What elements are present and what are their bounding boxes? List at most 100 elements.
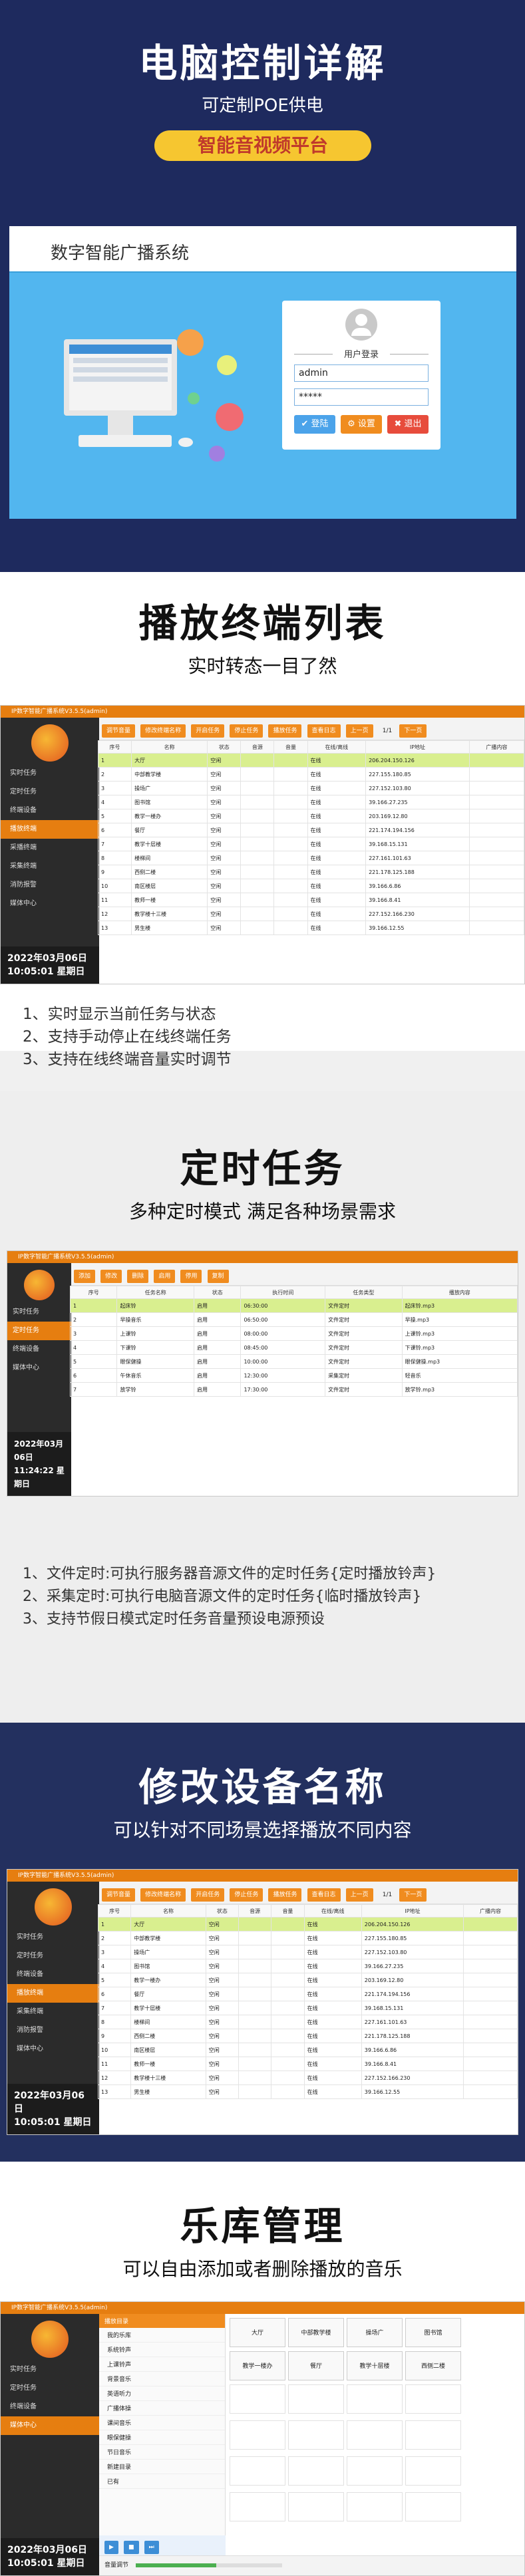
column-header[interactable]: 在线/离线 — [307, 740, 367, 754]
column-header[interactable]: 广播内容 — [463, 1904, 518, 1918]
column-header[interactable]: 状态 — [193, 1286, 242, 1299]
sidebar-item-devices[interactable]: 终端设备 — [7, 1965, 99, 1984]
terminal-tile[interactable]: 教学一楼办 — [230, 2351, 285, 2380]
library-tree-item[interactable]: 广播体操 — [99, 2401, 225, 2416]
column-header[interactable]: 名称 — [131, 740, 208, 754]
table-row[interactable]: 5 眼保健操 启用 10:00:00 文件定时 眼保健操.mp3 — [69, 1354, 518, 1369]
table-row[interactable]: 3 操场广 空闲 在线 227.152.103.80 — [97, 781, 524, 795]
sidebar-item-schedule[interactable]: 定时任务 — [7, 1322, 71, 1340]
sidebar-item-devices[interactable]: 终端设备 — [1, 801, 99, 820]
terminal-tile[interactable]: 中部教学楼 — [288, 2318, 344, 2347]
sidebar-item-schedule[interactable]: 定时任务 — [1, 2379, 99, 2398]
sidebar-item-play-terminal[interactable]: 播放终端 — [7, 1984, 99, 2003]
log-button[interactable]: 查看日志 — [307, 724, 341, 738]
library-tree-item[interactable]: 已有 — [99, 2474, 225, 2489]
terminal-tile[interactable]: 图书馆 — [405, 2318, 461, 2347]
table-row[interactable]: 11 教师一楼 空闲 在线 39.166.8.41 — [97, 893, 524, 907]
sidebar-item-media[interactable]: 媒体中心 — [7, 2040, 99, 2059]
terminal-tile[interactable]: 西侧二楼 — [405, 2351, 461, 2380]
edit-task-button[interactable]: 修改 — [100, 1270, 122, 1283]
terminal-tile[interactable]: 操场广 — [347, 2318, 403, 2347]
table-row[interactable]: 1 大厅 空闲 在线 206.204.150.126 — [97, 753, 524, 768]
column-header[interactable]: 音源 — [240, 740, 275, 754]
next-icon[interactable]: ⏭ — [144, 2541, 159, 2554]
column-header[interactable]: 序号 — [69, 1286, 118, 1299]
column-header[interactable]: 音量 — [273, 740, 308, 754]
sidebar-item-realtime[interactable]: 实时任务 — [7, 1303, 71, 1322]
table-row[interactable]: 1 大厅 空闲 在线 206.204.150.126 — [97, 1917, 518, 1932]
sidebar-item-fire-alarm[interactable]: 消防报警 — [1, 876, 99, 895]
start-task-button[interactable]: 开启任务 — [191, 724, 225, 738]
sidebar-item-devices[interactable]: 终端设备 — [1, 2398, 99, 2416]
column-header[interactable]: 音量 — [271, 1904, 305, 1918]
terminal-tile[interactable]: 教学十层楼 — [347, 2351, 403, 2380]
library-tree-item[interactable]: 节日音乐 — [99, 2445, 225, 2460]
copy-task-button[interactable]: 复制 — [207, 1270, 229, 1283]
password-field[interactable]: ***** — [294, 388, 429, 406]
table-row[interactable]: 12 教学楼十三楼 空闲 在线 227.152.166.230 — [97, 2071, 518, 2085]
table-row[interactable]: 4 图书馆 空闲 在线 39.166.27.235 — [97, 1959, 518, 1973]
volume-slider[interactable] — [135, 2563, 282, 2567]
table-row[interactable]: 4 下课铃 启用 08:45:00 文件定时 下课铃.mp3 — [69, 1340, 518, 1355]
play-icon[interactable]: ▶ — [104, 2541, 118, 2554]
prev-page-button[interactable]: 上一页 — [345, 724, 373, 738]
rename-button[interactable]: 修改终端名称 — [140, 724, 186, 738]
table-row[interactable]: 11 教师一楼 空闲 在线 39.166.8.41 — [97, 2057, 518, 2071]
sidebar-item-fire-alarm[interactable]: 消防报警 — [7, 2021, 99, 2040]
library-tree-item[interactable]: 上课铃声 — [99, 2357, 225, 2372]
settings-button[interactable]: ⚙ 设置 — [341, 415, 382, 434]
library-tree-item[interactable]: 课间音乐 — [99, 2416, 225, 2430]
enable-task-button[interactable]: 启用 — [154, 1270, 176, 1283]
table-row[interactable]: 8 楼梯间 空闲 在线 227.161.101.63 — [97, 2015, 518, 2029]
play-task-button[interactable]: 播放任务 — [268, 1888, 302, 1902]
volume-button[interactable]: 调节音量 — [102, 724, 136, 738]
table-row[interactable]: 3 操场广 空闲 在线 227.152.103.80 — [97, 1945, 518, 1959]
exit-button[interactable]: ✖ 退出 — [387, 415, 429, 434]
table-row[interactable]: 7 教学十层楼 空闲 在线 39.168.15.131 — [97, 837, 524, 851]
table-row[interactable]: 2 早操音乐 启用 06:50:00 文件定时 早操.mp3 — [69, 1312, 518, 1327]
delete-task-button[interactable]: 删除 — [127, 1270, 149, 1283]
column-header[interactable]: 任务名称 — [116, 1286, 194, 1299]
stop-task-button[interactable]: 停止任务 — [230, 724, 263, 738]
table-row[interactable]: 13 男生楼 空闲 在线 39.166.12.55 — [97, 921, 524, 935]
next-page-button[interactable]: 下一页 — [399, 1888, 427, 1902]
table-row[interactable]: 5 教学一楼办 空闲 在线 203.169.12.80 — [97, 809, 524, 823]
terminal-tile[interactable]: 餐厅 — [288, 2351, 344, 2380]
table-row[interactable]: 3 上课铃 启用 08:00:00 文件定时 上课铃.mp3 — [69, 1326, 518, 1341]
terminal-tile[interactable]: 大厅 — [230, 2318, 285, 2347]
sidebar-item-capture-terminal[interactable]: 采集终端 — [1, 857, 99, 876]
table-row[interactable]: 13 男生楼 空闲 在线 39.166.12.55 — [97, 2084, 518, 2099]
sidebar-item-play-terminal[interactable]: 播放终端 — [1, 820, 99, 839]
column-header[interactable]: 任务类型 — [325, 1286, 403, 1299]
table-row[interactable]: 6 餐厅 空闲 在线 221.174.194.156 — [97, 823, 524, 837]
sidebar-item-media[interactable]: 媒体中心 — [1, 2416, 99, 2435]
table-row[interactable]: 12 教学楼十三楼 空闲 在线 227.152.166.230 — [97, 907, 524, 921]
next-page-button[interactable]: 下一页 — [399, 724, 427, 738]
column-header[interactable]: IP地址 — [365, 740, 470, 754]
sidebar-item-capture-play[interactable]: 采播终端 — [1, 839, 99, 857]
sidebar-item-media[interactable]: 媒体中心 — [7, 1359, 71, 1377]
username-field[interactable]: admin — [294, 364, 429, 382]
sidebar-item-devices[interactable]: 终端设备 — [7, 1340, 71, 1359]
sidebar-item-realtime[interactable]: 实时任务 — [7, 1928, 99, 1947]
sidebar-item-schedule[interactable]: 定时任务 — [1, 783, 99, 801]
start-task-button[interactable]: 开启任务 — [191, 1888, 225, 1902]
table-row[interactable]: 4 图书馆 空闲 在线 39.166.27.235 — [97, 795, 524, 809]
prev-page-button[interactable]: 上一页 — [345, 1888, 373, 1902]
volume-button[interactable]: 调节音量 — [102, 1888, 136, 1902]
column-header[interactable]: 序号 — [97, 740, 132, 754]
table-row[interactable]: 9 西侧二楼 空闲 在线 221.178.125.188 — [97, 865, 524, 879]
table-row[interactable]: 2 中部教学楼 空闲 在线 227.155.180.85 — [97, 767, 524, 782]
table-row[interactable]: 10 南区楼层 空闲 在线 39.166.6.86 — [97, 879, 524, 893]
column-header[interactable]: 状态 — [207, 740, 242, 754]
sidebar-item-realtime[interactable]: 实时任务 — [1, 2361, 99, 2379]
library-tree-item[interactable]: 英语听力 — [99, 2386, 225, 2401]
add-task-button[interactable]: 添加 — [74, 1270, 96, 1283]
login-button[interactable]: ✔ 登陆 — [294, 415, 335, 434]
stop-icon[interactable]: ■ — [124, 2541, 139, 2554]
table-row[interactable]: 5 教学一楼办 空闲 在线 203.169.12.80 — [97, 1973, 518, 1987]
column-header[interactable]: 广播内容 — [468, 740, 524, 754]
table-row[interactable]: 8 楼梯间 空闲 在线 227.161.101.63 — [97, 851, 524, 865]
stop-task-button[interactable]: 停止任务 — [230, 1888, 263, 1902]
column-header[interactable]: 执行时间 — [240, 1286, 326, 1299]
